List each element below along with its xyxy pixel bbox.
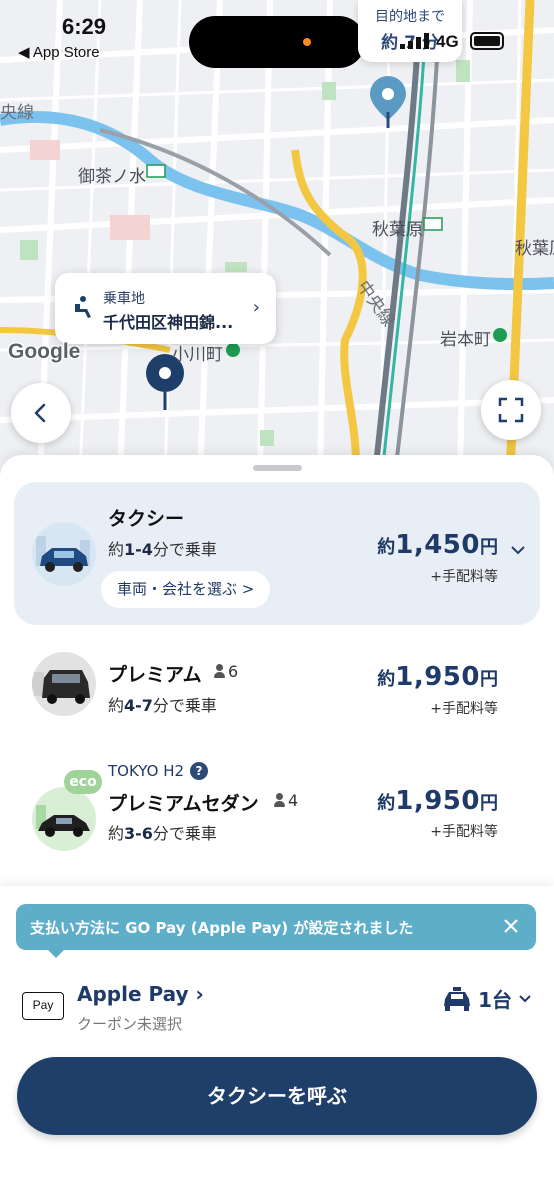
option-capacity: 6 [214,662,238,681]
call-taxi-button[interactable]: タクシーを呼ぶ [17,1057,537,1135]
payment-set-banner: 支払い方法に GO Pay (Apple Pay) が設定されました [16,904,536,958]
back-button[interactable] [11,383,71,443]
ride-option-premium[interactable]: プレミアム 6 約4-7分で乗車 約1,950円 +手配料等 [14,640,540,750]
ride-option-premium-sedan[interactable]: eco TOKYO H2? プレミアムセダン 4 約3-6分で乗車 約1,950… [14,755,540,875]
close-icon[interactable] [498,913,524,939]
seated-person-icon [75,296,91,318]
car-count-selector[interactable]: 1台 [442,984,532,1013]
pickup-title: 乗車地 [103,291,145,307]
destination-pin [370,76,406,128]
map-label-line: 央線 [0,103,34,123]
map[interactable]: 御茶ノ水 央線 秋葉原 秋葉原 岩本町 小川町 中央線 6:29 ◀ App S… [0,0,554,475]
signal-icon [400,33,429,49]
person-icon [274,793,285,807]
option-fee: +手配料等 [430,824,498,840]
pickup-bubble[interactable]: 乗車地 千代田区神田錦... › [55,273,276,344]
destination-title: 目的地まで [375,9,445,25]
map-label-ochanomizu: 御茶ノ水 [78,167,146,187]
chevron-down-icon[interactable] [510,544,526,556]
person-icon [214,664,225,678]
banner-text: 支払い方法に GO Pay (Apple Pay) が設定されました [30,919,414,937]
apple-pay-icon: Pay [22,992,64,1020]
chevron-left-icon [34,403,46,423]
select-vehicle-button[interactable]: 車両・会社を選ぶ > [101,571,271,608]
eco-badge: eco [64,770,102,794]
option-name: プレミアムセダン [108,793,259,815]
taxi-car-icon [32,522,96,586]
option-name: タクシー [108,508,185,530]
help-icon[interactable]: ? [190,762,209,780]
expand-icon [498,397,524,423]
option-name: プレミアム [108,664,202,686]
option-fee: +手配料等 [430,701,498,717]
network-type: 4G [436,32,459,51]
dynamic-island [189,16,365,68]
recording-dot [303,38,311,46]
chevron-right-icon: › [252,297,260,318]
car-count-value: 1台 [478,988,512,1012]
option-price: 約1,950円 [377,662,498,692]
ride-option-taxi[interactable]: タクシー 約1-4分で乗車 約1,450円 +手配料等 車両・会社を選ぶ > [14,482,540,625]
option-capacity: 4 [274,791,298,810]
map-label-akihabara-right: 秋葉原 [515,239,554,259]
option-price: 約1,450円 [377,530,498,560]
taxi-icon [444,986,471,1011]
option-eta: 約4-7分で乗車 [108,696,217,715]
map-label-akihabara: 秋葉原 [372,220,423,240]
coupon-status[interactable]: クーポン未選択 [77,1013,182,1034]
status-time: 6:29 [62,14,107,39]
option-price: 約1,950円 [377,786,498,816]
premium-car-icon [32,652,96,716]
battery-icon [470,32,504,50]
payment-method-button[interactable]: Apple Pay › [77,982,204,1006]
sedan-car-icon [32,787,96,851]
sheet-grabber[interactable] [253,465,302,471]
brand-label: TOKYO H2? [108,762,209,780]
fullscreen-button[interactable] [481,380,541,440]
pickup-address: 千代田区神田錦... [103,313,234,332]
map-canvas [0,0,554,475]
payment-panel: 支払い方法に GO Pay (Apple Pay) が設定されました Pay A… [0,886,554,1200]
map-label-iwamotocho: 岩本町 [440,330,491,350]
destination-bubble[interactable]: 目的地まで 約 7 分 [358,0,462,62]
option-eta: 約3-6分で乗車 [108,824,217,843]
back-to-app-store[interactable]: ◀ App Store [18,43,100,61]
chevron-down-icon [519,994,531,1002]
google-logo: Google [8,340,81,363]
option-eta: 約1-4分で乗車 [108,540,217,559]
option-fee: +手配料等 [430,569,498,585]
